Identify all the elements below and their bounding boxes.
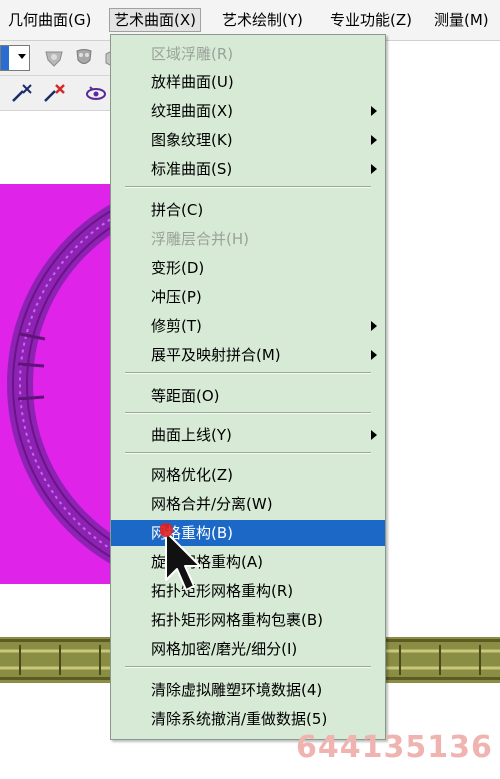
combo-color: [1, 46, 9, 70]
layer-combo[interactable]: [0, 45, 30, 71]
menu-item-label: 纹理曲面(X): [151, 102, 233, 120]
menu-item-clear-virtual-env[interactable]: 清除虚拟雕塑环境数据(4): [111, 677, 385, 703]
relief-icon[interactable]: [42, 46, 66, 70]
menu-item-standard-surface[interactable]: 标准曲面(S): [111, 156, 385, 182]
menu-item-label: 曲面上线(Y): [151, 426, 232, 444]
mouse-cursor-icon: [160, 523, 201, 591]
chevron-down-icon: [18, 54, 26, 59]
menu-item-label: 区域浮雕(R): [151, 45, 234, 63]
menu-art-drawing[interactable]: 艺术绘制(Y): [218, 8, 307, 32]
menu-separator: [125, 666, 371, 668]
menu-item-loft-surface[interactable]: 放样曲面(U): [111, 69, 385, 95]
menu-item-label: 网格合并/分离(W): [151, 495, 273, 513]
menu-item-label: 修剪(T): [151, 317, 202, 335]
menu-item-label: 标准曲面(S): [151, 160, 233, 178]
menu-item-clear-undo-redo[interactable]: 清除系统撤消/重做数据(5): [111, 706, 385, 732]
pin-remove-icon[interactable]: [42, 81, 66, 105]
menu-item-mesh-rebuild[interactable]: 网格重构(B): [111, 520, 385, 546]
menu-item-trim[interactable]: 修剪(T): [111, 313, 385, 339]
menu-item-image-texture[interactable]: 图象纹理(K): [111, 127, 385, 153]
submenu-arrow-icon: [371, 321, 377, 331]
menu-item-label: 清除系统撤消/重做数据(5): [151, 710, 328, 728]
menu-item-merge[interactable]: 拼合(C): [111, 197, 385, 223]
menu-item-label: 变形(D): [151, 259, 205, 277]
menu-item-label: 网格加密/磨光/细分(I): [151, 640, 298, 658]
art-surface-dropdown: 区域浮雕(R) 放样曲面(U) 纹理曲面(X) 图象纹理(K) 标准曲面(S) …: [110, 34, 386, 740]
menu-item-label: 展平及映射拼合(M): [151, 346, 281, 364]
submenu-arrow-icon: [371, 350, 377, 360]
submenu-arrow-icon: [371, 106, 377, 116]
menu-item-flatten-map-merge[interactable]: 展平及映射拼合(M): [111, 342, 385, 368]
menu-item-label: 等距面(O): [151, 387, 220, 405]
menu-item-label: 图象纹理(K): [151, 131, 233, 149]
menu-item-stamp[interactable]: 冲压(P): [111, 284, 385, 310]
menu-item-label: 浮雕层合并(H): [151, 230, 249, 248]
menu-separator: [125, 372, 371, 374]
menu-item-mesh-optimize[interactable]: 网格优化(Z): [111, 462, 385, 488]
submenu-arrow-icon: [371, 164, 377, 174]
menu-item-region-relief: 区域浮雕(R): [111, 41, 385, 67]
menu-geometric-surface[interactable]: 几何曲面(G): [4, 8, 95, 32]
menu-item-label: 拓扑矩形网格重构包裹(B): [151, 611, 323, 629]
watermark-text: 644135136: [296, 730, 493, 765]
menu-item-label: 拼合(C): [151, 201, 204, 219]
menu-item-mesh-refine[interactable]: 网格加密/磨光/细分(I): [111, 636, 385, 662]
menu-item-mesh-merge-split[interactable]: 网格合并/分离(W): [111, 491, 385, 517]
menu-art-surface[interactable]: 艺术曲面(X): [109, 8, 201, 32]
menu-item-label: 冲压(P): [151, 288, 202, 306]
submenu-arrow-icon: [371, 135, 377, 145]
menu-separator: [125, 452, 371, 454]
menu-item-line-on-surface[interactable]: 曲面上线(Y): [111, 422, 385, 448]
ring-clip: [0, 184, 112, 584]
menu-item-topo-rect-mesh-wrap[interactable]: 拓扑矩形网格重构包裹(B): [111, 607, 385, 633]
menu-item-relief-layer-merge: 浮雕层合并(H): [111, 226, 385, 252]
eye-icon[interactable]: [84, 81, 108, 105]
menu-item-rotate-mesh-rebuild[interactable]: 旋转网格重构(A): [111, 549, 385, 575]
menu-item-label: 清除虚拟雕塑环境数据(4): [151, 681, 323, 699]
menu-measure[interactable]: 测量(M): [430, 8, 493, 32]
menu-item-offset-surface[interactable]: 等距面(O): [111, 383, 385, 409]
menu-professional[interactable]: 专业功能(Z): [326, 8, 416, 32]
menu-item-label: 网格优化(Z): [151, 466, 233, 484]
shield-icon[interactable]: [72, 46, 96, 70]
menu-item-label: 放样曲面(U): [151, 73, 234, 91]
menu-item-deform[interactable]: 变形(D): [111, 255, 385, 281]
menu-item-texture-surface[interactable]: 纹理曲面(X): [111, 98, 385, 124]
menu-separator: [125, 186, 371, 188]
pin-add-icon[interactable]: [10, 81, 34, 105]
ring-shape: [7, 203, 112, 565]
menu-item-topo-rect-mesh-rebuild[interactable]: 拓扑矩形网格重构(R): [111, 578, 385, 604]
submenu-arrow-icon: [371, 430, 377, 440]
menu-separator: [125, 412, 371, 414]
